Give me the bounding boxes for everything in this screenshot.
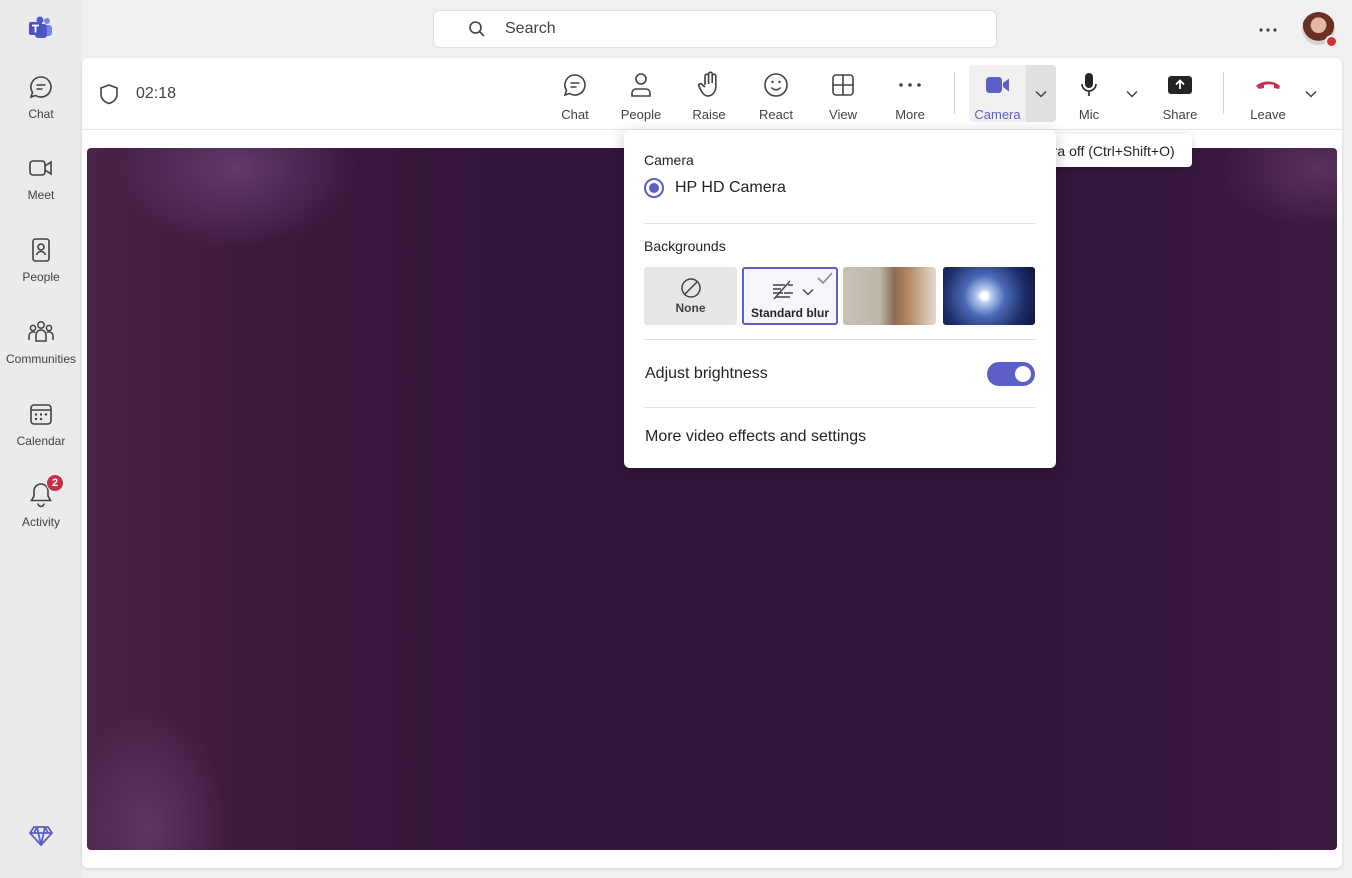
share-label: Share bbox=[1162, 107, 1198, 122]
contacts-icon bbox=[27, 236, 55, 264]
people-button[interactable]: People bbox=[618, 64, 664, 124]
people-label: People bbox=[620, 107, 662, 122]
presence-busy-icon bbox=[1325, 35, 1338, 48]
hand-icon bbox=[694, 70, 724, 100]
leave-button[interactable]: Leave bbox=[1248, 64, 1288, 124]
grid-view-icon bbox=[828, 70, 858, 100]
camera-device-option[interactable]: HP HD Camera bbox=[644, 178, 786, 198]
rail-item-communities[interactable]: Communities bbox=[0, 318, 82, 388]
mic-label: Mic bbox=[1078, 107, 1100, 122]
app-rail: Chat Meet People Communities Calendar 2 … bbox=[0, 0, 82, 878]
shield-icon[interactable] bbox=[98, 83, 120, 105]
chat-icon bbox=[560, 70, 590, 100]
radio-selected-icon[interactable] bbox=[644, 178, 664, 198]
share-button[interactable]: Share bbox=[1160, 64, 1200, 124]
rail-item-meet[interactable]: Meet bbox=[0, 154, 82, 224]
mic-button[interactable]: Mic bbox=[1076, 64, 1102, 124]
camera-device-label: HP HD Camera bbox=[675, 179, 786, 196]
adjust-brightness-row: Adjust brightness bbox=[644, 362, 1035, 386]
bell-icon: 2 bbox=[27, 474, 64, 509]
chat-button[interactable]: Chat bbox=[557, 64, 593, 124]
meeting-timer: 02:18 bbox=[136, 85, 177, 102]
rail-item-chat[interactable]: Chat bbox=[0, 73, 82, 143]
rail-item-label: People bbox=[22, 270, 60, 284]
view-button[interactable]: View bbox=[824, 64, 862, 124]
blur-icon bbox=[770, 279, 796, 301]
camera-options-chevron-icon[interactable] bbox=[1026, 65, 1056, 122]
communities-icon bbox=[27, 318, 55, 346]
rail-item-label: Chat bbox=[28, 107, 54, 121]
more-video-effects-link[interactable]: More video effects and settings bbox=[645, 428, 866, 446]
camera-heading: Camera bbox=[644, 152, 694, 168]
raise-hand-button[interactable]: Raise bbox=[689, 64, 729, 124]
hang-up-icon bbox=[1253, 70, 1283, 100]
react-label: React bbox=[759, 107, 793, 122]
rail-item-calendar[interactable]: Calendar bbox=[0, 400, 82, 470]
rail-item-label: Meet bbox=[27, 188, 55, 202]
rail-item-people[interactable]: People bbox=[0, 236, 82, 306]
toolbar-divider bbox=[954, 72, 955, 114]
chat-label: Chat bbox=[561, 107, 589, 122]
video-camera-icon bbox=[983, 70, 1013, 100]
toolbar-divider bbox=[1223, 72, 1224, 114]
react-button[interactable]: React bbox=[756, 64, 796, 124]
no-background-icon bbox=[680, 277, 702, 299]
divider bbox=[644, 339, 1035, 340]
background-room-tile[interactable] bbox=[843, 267, 936, 325]
background-none-label: None bbox=[675, 301, 706, 315]
background-space-tile[interactable] bbox=[943, 267, 1035, 325]
camera-button[interactable]: Camera bbox=[969, 64, 1026, 124]
search-placeholder: Search bbox=[505, 20, 556, 37]
more-button[interactable]: More bbox=[891, 64, 929, 124]
backgrounds-heading: Backgrounds bbox=[644, 238, 726, 254]
divider bbox=[644, 223, 1035, 224]
rail-item-label: Activity bbox=[21, 515, 60, 529]
leave-options-chevron-icon[interactable] bbox=[1298, 65, 1324, 122]
more-label: More bbox=[895, 107, 925, 122]
rail-item-label: Calendar bbox=[16, 434, 66, 448]
activity-badge: 2 bbox=[46, 474, 64, 492]
mic-options-chevron-icon[interactable] bbox=[1119, 65, 1145, 122]
diamond-icon[interactable] bbox=[28, 824, 54, 850]
adjust-brightness-toggle[interactable] bbox=[987, 362, 1035, 386]
leave-label: Leave bbox=[1250, 107, 1286, 122]
background-none-tile[interactable]: None bbox=[644, 267, 737, 325]
person-icon bbox=[626, 70, 656, 100]
calendar-icon bbox=[27, 400, 55, 428]
divider bbox=[644, 407, 1035, 408]
search-box[interactable]: Search bbox=[433, 10, 997, 48]
rail-item-activity[interactable]: 2 Activity bbox=[0, 474, 82, 551]
rail-item-label: Communities bbox=[5, 352, 77, 366]
background-blur-tile[interactable]: Standard blur bbox=[742, 267, 838, 325]
microphone-icon bbox=[1074, 70, 1104, 100]
meeting-toolbar: 02:18 Chat People Raise React View More … bbox=[82, 58, 1342, 130]
teams-logo-icon[interactable] bbox=[28, 16, 54, 40]
background-blur-label: Standard blur bbox=[750, 306, 829, 320]
checkmark-icon bbox=[816, 271, 834, 290]
smiley-icon bbox=[761, 70, 791, 100]
video-camera-icon bbox=[27, 154, 55, 182]
adjust-brightness-label: Adjust brightness bbox=[645, 365, 768, 382]
raise-label: Raise bbox=[692, 107, 726, 122]
chat-icon bbox=[27, 73, 55, 101]
search-icon bbox=[468, 20, 486, 38]
more-dots-icon bbox=[895, 70, 925, 100]
view-label: View bbox=[829, 107, 857, 122]
camera-label: Camera bbox=[974, 107, 1021, 122]
more-options-icon[interactable] bbox=[1254, 16, 1282, 44]
user-avatar[interactable] bbox=[1302, 12, 1338, 48]
blur-options-chevron-icon[interactable] bbox=[802, 283, 814, 301]
share-screen-icon bbox=[1165, 70, 1195, 100]
camera-settings-flyout: Camera HP HD Camera Backgrounds None Sta… bbox=[624, 130, 1056, 468]
